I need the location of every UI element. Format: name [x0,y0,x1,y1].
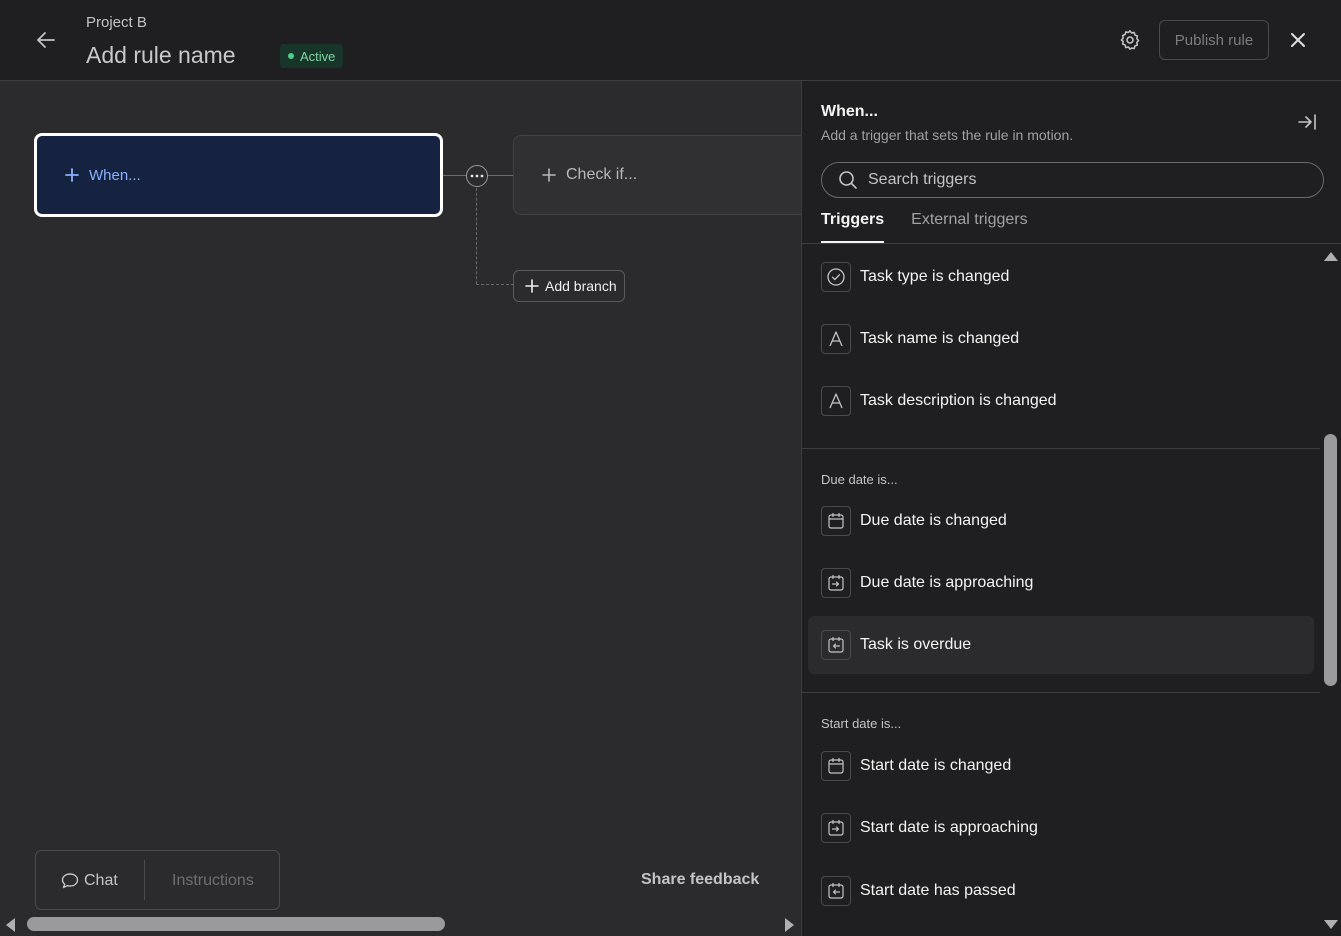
plus-icon [65,168,79,182]
panel-title: When... [821,103,878,120]
list-item[interactable]: Start date has passed [808,862,1314,920]
gear-icon[interactable] [1118,28,1142,52]
more-options-icon[interactable] [466,165,488,187]
when-node-label: When... [89,166,141,184]
check-node-label: Check if... [566,166,638,183]
chat-label: Chat [84,872,118,889]
trigger-list: Task type is changed Task name is change… [802,244,1320,936]
share-feedback-link[interactable]: Share feedback [641,871,759,889]
project-name: Project B [86,14,147,31]
scroll-down-icon[interactable] [1324,920,1338,929]
panel-subtitle: Add a trigger that sets the rule in moti… [821,127,1074,143]
rule-name-input[interactable]: Add rule name [86,42,236,69]
instructions-button[interactable]: Instructions [172,872,254,890]
search-input[interactable] [868,171,1288,189]
top-bar: Project B Add rule name Active Publish r… [0,0,1341,81]
list-item[interactable]: Start date is changed [808,737,1314,795]
list-item[interactable]: Due date is changed [808,492,1314,550]
list-item-label: Start date is changed [860,757,1012,774]
check-if-node[interactable]: Check if... [513,135,813,215]
status-label: Active [300,48,336,64]
scroll-right-icon[interactable] [785,918,794,932]
list-item[interactable]: Task name is changed [808,310,1314,368]
scrollbar-thumb[interactable] [1324,434,1337,686]
calendar-icon [821,506,851,536]
list-item-label: Due date is approaching [860,574,1034,591]
list-item-label: Due date is changed [860,512,1007,529]
chat-button[interactable]: Chat [60,871,118,891]
list-item[interactable]: Task is overdue [808,616,1314,674]
scroll-left-icon[interactable] [6,918,15,932]
plus-icon [525,279,539,293]
horizontal-scrollbar[interactable] [0,913,801,936]
list-item-label: Task description is changed [860,392,1057,409]
tab-triggers[interactable]: Triggers [821,209,885,243]
plus-icon [542,168,556,182]
list-item-label: Task name is changed [860,330,1020,347]
chat-bubble-icon [61,873,79,889]
search-field[interactable] [821,162,1324,198]
check-circle-icon [821,262,851,292]
collapse-panel-icon[interactable] [1296,111,1318,133]
divider [144,860,145,900]
trigger-tabs: Triggers External triggers [821,209,1028,243]
connector-line [443,175,467,176]
section-label: Start date is... [821,716,902,731]
calendar-arrow-out-icon [821,630,851,660]
list-item-label: Start date has passed [860,882,1016,899]
close-icon[interactable] [1286,28,1310,52]
connector-line [488,175,513,176]
divider [802,448,1320,449]
list-item-label: Task is overdue [860,636,972,653]
section-label: Due date is... [821,472,898,487]
branch-connector-line [476,188,477,284]
list-item[interactable]: Task description is changed [808,372,1314,430]
calendar-icon [821,751,851,781]
add-branch-label: Add branch [545,278,617,294]
branch-connector-line [476,284,514,285]
list-item[interactable]: Due date is approaching [808,554,1314,612]
search-icon [839,171,857,189]
vertical-scrollbar[interactable] [1320,244,1341,936]
text-a-icon [821,324,851,354]
scrollbar-thumb[interactable] [27,917,445,931]
publish-rule-button[interactable]: Publish rule [1159,20,1269,60]
text-a-icon [821,386,851,416]
when-trigger-node[interactable]: When... [34,133,443,217]
list-item-label: Start date is approaching [860,819,1038,836]
assistant-toggle-group: Chat Instructions [35,850,280,910]
back-arrow-icon[interactable] [34,28,58,52]
list-item[interactable]: Task type is changed [808,248,1314,306]
status-badge: Active [280,44,344,68]
status-dot-icon [288,53,294,59]
scroll-up-icon[interactable] [1324,252,1338,261]
add-branch-button[interactable]: Add branch [513,270,625,302]
list-item[interactable]: Start date is approaching [808,799,1314,857]
tab-external-triggers[interactable]: External triggers [911,209,1028,243]
list-item-label: Task type is changed [860,268,1010,285]
calendar-arrow-in-icon [821,568,851,598]
trigger-panel: When... Add a trigger that sets the rule… [801,81,1341,936]
calendar-arrow-out-icon [821,876,851,906]
calendar-arrow-in-icon [821,813,851,843]
rule-canvas: When... Check if... Add branch Chat Inst… [0,81,813,936]
divider [802,692,1320,693]
